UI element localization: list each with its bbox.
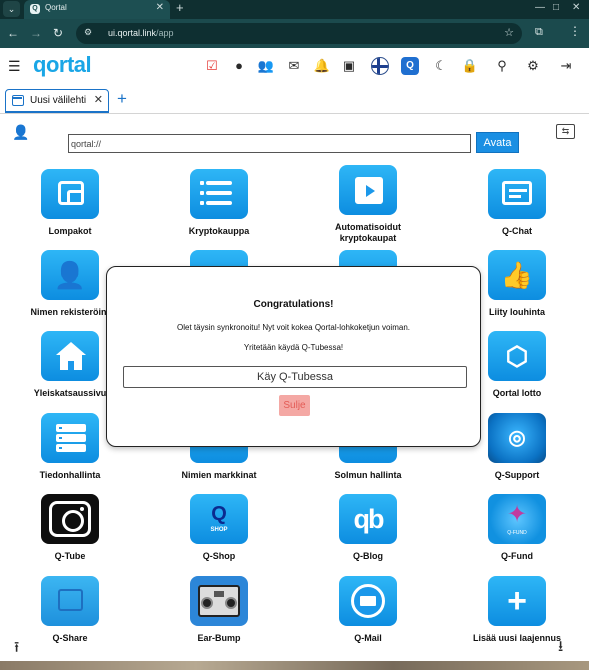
app-label: Q-Blog <box>353 551 383 561</box>
app-label: Q-Fund <box>501 551 533 561</box>
app-q-share[interactable]: Q-Share <box>10 576 130 644</box>
shopping-bag-icon <box>339 165 397 215</box>
user-settings-icon: 👤 <box>41 250 99 300</box>
home-icon <box>41 331 99 381</box>
camera-icon <box>41 494 99 544</box>
chat-icon <box>488 169 546 219</box>
app-label: Q-Support <box>494 470 540 480</box>
visit-q-tube-button[interactable]: Käy Q-Tubessa <box>123 366 467 388</box>
download-arrow-icon[interactable]: ⭳ <box>558 636 563 661</box>
desktop-background-strip <box>0 661 589 670</box>
app-label: Tiedonhallinta <box>39 470 101 480</box>
app-q-mail[interactable]: Q-Mail <box>308 576 428 644</box>
thumbs-up-icon: 👍 <box>488 250 546 300</box>
dialog-message: Olet täysin synkronoitu! Nyt voit kokea … <box>177 323 410 332</box>
app-label: Q-Tube <box>54 551 86 561</box>
app-ear-bump[interactable]: Ear-Bump <box>159 576 279 644</box>
app-label: Ear-Bump <box>197 633 241 643</box>
sync-complete-dialog: Congratulations! Olet täysin synkronoitu… <box>106 266 481 447</box>
app-label: Q-Shop <box>202 551 236 561</box>
app-wallets[interactable]: Lompakot <box>10 169 130 237</box>
q-shop-logo-icon: Q SHOP <box>190 494 248 544</box>
q-fund-logo-icon: ✦ Q-FUND <box>488 494 546 544</box>
app-label: Lompakot <box>48 226 92 236</box>
app-label: Q-Mail <box>354 633 382 643</box>
app-label: Solmun hallinta <box>334 470 402 480</box>
app-q-blog[interactable]: qb Q-Blog <box>308 494 428 562</box>
app-q-tube[interactable]: Q-Tube <box>10 494 130 562</box>
app-q-fund[interactable]: ✦ Q-FUND Q-Fund <box>457 494 577 562</box>
dialog-title: Congratulations! <box>253 299 334 310</box>
plus-icon: + <box>488 576 546 626</box>
cube-icon: ⬡ <box>488 331 546 381</box>
headset-icon: ◎ <box>488 413 546 463</box>
app-q-shop[interactable]: Q SHOP Q-Shop <box>159 494 279 562</box>
list-icon <box>190 169 248 219</box>
app-crypto-trade[interactable]: Kryptokauppa <box>159 169 279 237</box>
upload-arrow-icon[interactable]: ⭱ <box>14 637 19 662</box>
app-label: Kryptokauppa <box>188 226 250 236</box>
app-label: Q-Share <box>52 633 88 643</box>
app-q-chat[interactable]: Q-Chat <box>457 169 577 237</box>
app-label: Automatisoidut kryptokaupat <box>335 222 401 243</box>
close-dialog-button[interactable]: Sulje <box>279 395 310 416</box>
dialog-submessage: Yritetään käydä Q-Tubessa! <box>243 343 344 352</box>
folder-share-icon <box>41 576 99 626</box>
app-add-plugin[interactable]: + Lisää uusi laajennus <box>457 576 577 644</box>
app-label: Q-Chat <box>502 226 532 236</box>
app-label: Nimien markkinat <box>181 470 257 480</box>
q-mail-logo-icon <box>339 576 397 626</box>
app-automated-trades[interactable]: Automatisoidut kryptokaupat <box>308 165 428 244</box>
boombox-icon <box>190 576 248 626</box>
q-blog-logo-icon: qb <box>339 494 397 544</box>
database-icon <box>41 413 99 463</box>
wallet-icon <box>41 169 99 219</box>
